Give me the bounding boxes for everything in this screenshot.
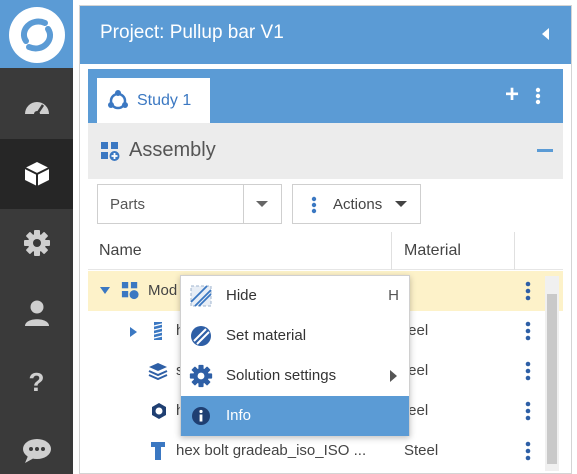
row-material: Steel	[404, 442, 439, 459]
app-logo[interactable]	[0, 0, 73, 68]
column-divider[interactable]	[514, 232, 515, 270]
add-study-button[interactable]: +	[505, 83, 519, 107]
parts-table-header: Name Material	[88, 232, 563, 270]
hide-icon	[189, 284, 213, 308]
table-row[interactable]: hex bolt gradeab_iso_ISO ... Steel	[88, 431, 563, 471]
menu-item-label: Set material	[226, 327, 307, 344]
material-icon	[189, 324, 213, 348]
rail-item-help[interactable]: ?	[0, 347, 73, 417]
menu-item-set-material[interactable]: Set material	[181, 316, 409, 356]
row-name: hex bolt gradeab_iso_ISO ...	[176, 442, 367, 459]
study-tab-label: Study 1	[137, 91, 192, 109]
collapse-panel-icon[interactable]	[542, 28, 549, 40]
hex-nut-icon	[152, 403, 166, 419]
tab-study-1[interactable]: Study 1	[97, 78, 210, 123]
chat-icon	[22, 439, 51, 463]
actions-button[interactable]: Actions	[292, 184, 421, 224]
column-header-name[interactable]: Name	[99, 242, 142, 260]
help-icon: ?	[28, 366, 45, 397]
row-menu-icon[interactable]	[525, 361, 531, 381]
column-header-material[interactable]: Material	[404, 242, 461, 260]
context-menu: Hide H Set material Solution settings In…	[180, 275, 410, 436]
menu-item-solution-settings[interactable]: Solution settings	[181, 356, 409, 396]
row-menu-icon[interactable]	[525, 281, 531, 301]
rail-item-settings[interactable]	[0, 208, 73, 278]
dropdown-divider	[243, 185, 244, 223]
layers-icon	[148, 363, 168, 380]
assembly-header[interactable]: Assembly	[88, 123, 563, 179]
shortcut-label: H	[388, 287, 399, 304]
menu-item-label: Solution settings	[226, 367, 337, 384]
row-menu-icon[interactable]	[525, 321, 531, 341]
collapse-assembly-icon[interactable]	[537, 149, 553, 152]
menu-item-label: Hide	[226, 287, 257, 304]
assembly-icon	[101, 142, 120, 161]
menu-item-info[interactable]: Info	[181, 396, 409, 436]
chevron-down-icon	[256, 201, 268, 207]
rail-item-account[interactable]	[0, 278, 73, 348]
app-window: ? Project: Pullup bar V1 Study 1 + Assem…	[0, 0, 577, 474]
settings-icon	[189, 364, 213, 388]
rail-item-model[interactable]	[0, 139, 73, 209]
table-scrollbar-thumb[interactable]	[547, 294, 557, 464]
gear-icon	[23, 230, 50, 256]
study-icon	[108, 89, 128, 109]
parts-dropdown-value: Parts	[110, 196, 146, 213]
menu-item-hide[interactable]: Hide H	[181, 276, 409, 316]
collapse-row-icon[interactable]	[100, 287, 110, 294]
chevron-down-icon	[395, 201, 407, 207]
kebab-icon	[311, 196, 317, 214]
row-menu-icon[interactable]	[525, 401, 531, 421]
user-icon	[24, 300, 49, 326]
rail-item-chat[interactable]	[0, 416, 73, 474]
assembly-icon	[121, 282, 139, 300]
study-bar: Study 1 +	[88, 69, 563, 123]
info-icon	[189, 404, 213, 428]
bolt-icon	[153, 322, 163, 340]
project-title: Project: Pullup bar V1	[100, 22, 284, 43]
column-divider[interactable]	[391, 232, 392, 270]
cube-icon	[24, 162, 49, 186]
project-header: Project: Pullup bar V1	[80, 6, 571, 64]
row-menu-icon[interactable]	[525, 441, 531, 461]
dashboard-icon	[24, 102, 49, 117]
study-menu-icon[interactable]	[535, 87, 541, 105]
expand-row-icon[interactable]	[130, 327, 137, 337]
menu-item-label: Info	[226, 407, 252, 424]
chevron-right-icon	[390, 370, 397, 382]
actions-label: Actions	[333, 196, 383, 213]
parts-dropdown[interactable]: Parts	[97, 184, 282, 224]
row-name: Mod	[148, 282, 178, 299]
rail-item-dashboard[interactable]	[0, 71, 73, 141]
bolt-icon	[151, 442, 165, 460]
left-rail: ?	[0, 0, 73, 474]
assembly-title: Assembly	[129, 139, 216, 161]
logo-icon	[9, 7, 65, 63]
